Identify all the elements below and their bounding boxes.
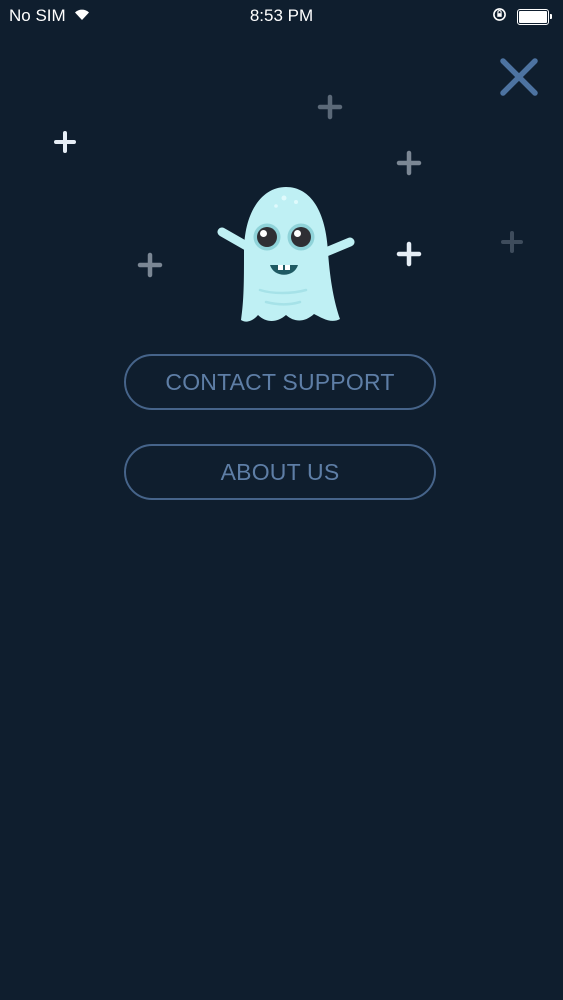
- contact-support-label: CONTACT SUPPORT: [165, 368, 395, 395]
- about-us-button[interactable]: ABOUT US: [124, 444, 436, 500]
- contact-support-button[interactable]: CONTACT SUPPORT: [124, 354, 436, 410]
- sparkle-icon: [396, 150, 422, 176]
- close-button[interactable]: [494, 52, 544, 102]
- sparkle-icon: [501, 231, 523, 253]
- sparkle-icon: [54, 131, 76, 153]
- ghost-mascot-icon: [217, 187, 355, 322]
- status-right: [492, 7, 552, 27]
- close-icon: [500, 58, 538, 96]
- sparkle-icon: [137, 252, 163, 278]
- battery-level: [519, 11, 547, 23]
- about-us-label: ABOUT US: [220, 458, 340, 485]
- orientation-lock-icon: [492, 7, 507, 27]
- sparkle-icon: [317, 94, 343, 120]
- status-bar: No SIM 8:53 PM: [0, 0, 563, 34]
- sparkle-icon: [396, 241, 422, 267]
- battery-icon: [517, 9, 552, 25]
- status-time: 8:53 PM: [249, 6, 314, 25]
